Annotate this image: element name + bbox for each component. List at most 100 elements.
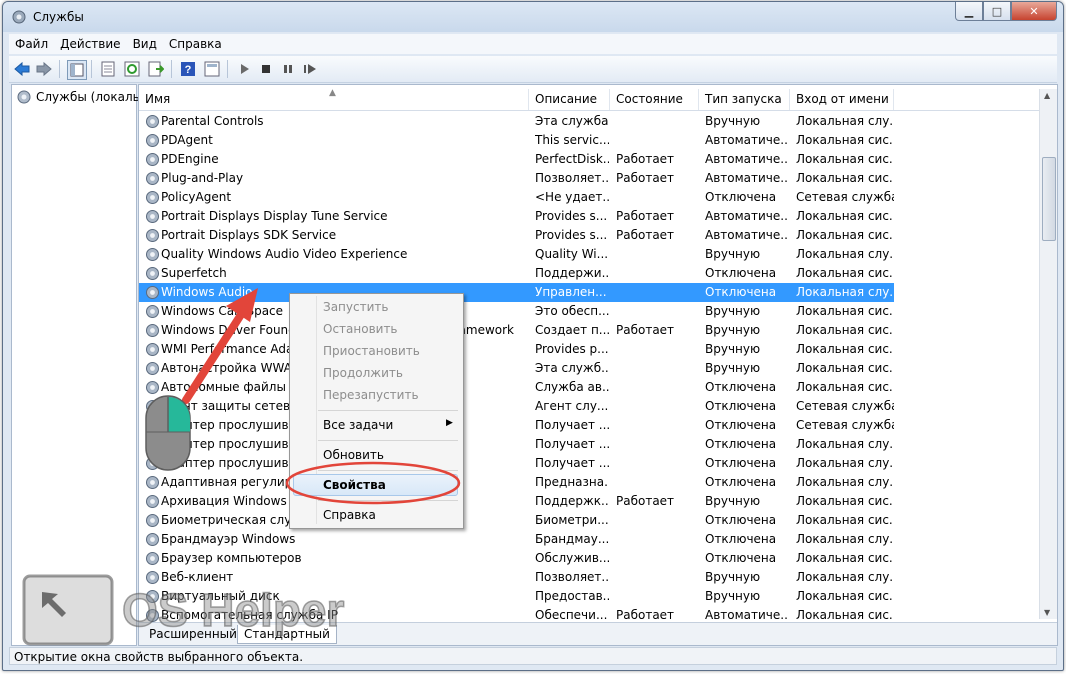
table-row[interactable]: Адаптер прослушивателя Net.Tcp Получает .… [139, 454, 894, 473]
cell-description: Предназна... [535, 475, 609, 489]
cell-status [616, 131, 696, 150]
table-row[interactable]: Автономные файлы Служба ав... Отключена Лок… [139, 378, 894, 397]
table-row[interactable]: Агент защиты сетевого доступа Агент слу..… [139, 397, 894, 416]
menu-help[interactable]: Справка [163, 37, 228, 51]
start-service-icon [241, 64, 249, 74]
menu-item-pause[interactable]: Приостановить [323, 341, 420, 361]
refresh-button[interactable] [123, 60, 141, 78]
cell-name: Браузер компьютеров [161, 551, 302, 565]
maximize-icon: □ [991, 4, 1003, 18]
properties-button[interactable] [99, 60, 117, 78]
details-pane-button[interactable] [203, 60, 221, 78]
table-row[interactable]: Plug-and-Play Позволяет... Работает Автомат… [139, 169, 894, 188]
cell-name: Portrait Displays Display Tune Service [161, 209, 388, 223]
start-service-button[interactable] [235, 60, 253, 78]
title-bar[interactable]: Службы ▁ □ ✕ [3, 2, 1063, 32]
cell-description: Получает ... [535, 418, 609, 432]
column-header-startup[interactable]: Тип запуска [699, 89, 790, 110]
table-row[interactable]: Адаптер прослушивателя Net.Msmq Получает … [139, 416, 894, 435]
menu-view[interactable]: Вид [127, 37, 163, 51]
cell-startup: Отключена [705, 456, 777, 470]
menu-item-refresh[interactable]: Обновить [323, 445, 384, 465]
column-header-name[interactable]: Имя ▲ [139, 88, 529, 110]
cell-startup: Отключена [705, 190, 777, 204]
service-gear-icon [146, 134, 159, 147]
scroll-down-icon[interactable]: ▼ [1044, 608, 1050, 617]
menu-action[interactable]: Действие [54, 37, 126, 51]
properties-icon [101, 61, 115, 77]
close-icon: ✕ [1029, 4, 1039, 18]
menu-file[interactable]: Файл [9, 37, 54, 51]
cell-description: PerfectDisk... [535, 152, 609, 166]
table-row[interactable]: Биометрическая служба Windows Биометри...… [139, 511, 894, 530]
table-row[interactable]: Браузер компьютеров Обслужив... Отключена Л… [139, 549, 894, 568]
cell-status [616, 378, 696, 397]
sort-ascending-icon: ▲ [329, 88, 336, 98]
cell-logon: Локальная сис... [796, 209, 894, 223]
table-row[interactable]: Quality Windows Audio Video Experience Qu… [139, 245, 894, 264]
stop-service-button[interactable] [257, 60, 275, 78]
table-row[interactable]: Автонастройка WWAN Эта служб... Вручную Лок… [139, 359, 894, 378]
column-header-logon[interactable]: Вход от имени [790, 89, 894, 110]
cell-logon: Локальная сис... [796, 266, 894, 280]
table-row[interactable]: Адаптер прослушивателя Net.Pipe Получает … [139, 435, 894, 454]
cell-startup: Отключена [705, 285, 777, 299]
forward-button[interactable] [35, 60, 53, 78]
table-row[interactable]: Portrait Displays SDK Service Provides s.… [139, 226, 894, 245]
cell-description: Позволяет... [535, 570, 609, 584]
cell-logon: Локальная сис... [796, 228, 894, 242]
close-button[interactable]: ✕ [1011, 2, 1057, 21]
menu-bar: Файл Действие Вид Справка [9, 34, 1057, 54]
column-header-status[interactable]: Состояние [610, 89, 699, 110]
restart-service-icon [304, 64, 316, 74]
table-row[interactable]: Parental Controls Эта служба ... Вручную Ло… [139, 112, 894, 131]
cell-status [616, 549, 696, 568]
column-header-description[interactable]: Описание [529, 89, 610, 110]
menu-item-resume[interactable]: Продолжить [323, 363, 403, 383]
menu-item-all-tasks[interactable]: Все задачи [323, 415, 393, 435]
cell-description: Эта служб... [535, 361, 609, 375]
table-row[interactable]: PolicyAgent <Не удает... Отключена Сетевая … [139, 188, 894, 207]
table-row[interactable]: Адаптивная регулировка яркости Предназна.… [139, 473, 894, 492]
cell-description: <Не удает... [535, 190, 609, 204]
service-gear-icon [146, 381, 159, 394]
table-row[interactable]: PDAgent This servic... Автоматиче... Локаль… [139, 131, 894, 150]
table-row[interactable]: Superfetch Поддержи... Отключена Локальная … [139, 264, 894, 283]
minimize-icon: ▁ [964, 4, 974, 18]
menu-item-restart[interactable]: Перезапустить [323, 385, 419, 405]
services-gear-icon [17, 90, 31, 104]
cell-logon: Локальная сис... [796, 323, 894, 337]
service-gear-icon [146, 476, 159, 489]
tree-item-services[interactable]: Службы (локалы [16, 89, 142, 105]
cell-description: Эта служба ... [535, 114, 609, 128]
table-row[interactable]: Архивация Windows Поддержк... Работает Вруч… [139, 492, 894, 511]
table-row[interactable]: PDEngine PerfectDisk... Работает Автоматиче… [139, 150, 894, 169]
console-tree-button[interactable] [67, 60, 87, 80]
cell-startup: Отключена [705, 266, 777, 280]
back-button[interactable] [13, 60, 31, 78]
table-row-selected[interactable]: Windows Audio Управлен... Отключена Локальн… [139, 283, 894, 302]
cell-status: Работает [616, 228, 675, 242]
table-row[interactable]: Windows Driver Foundation - User-mode Dr… [139, 321, 894, 340]
help-button[interactable]: ? [179, 60, 197, 78]
minimize-button[interactable]: ▁ [955, 2, 983, 21]
maximize-button[interactable]: □ [983, 2, 1011, 21]
scrollbar-thumb[interactable] [1042, 157, 1056, 241]
menu-item-stop[interactable]: Остановить [323, 319, 398, 339]
pause-service-button[interactable] [279, 60, 297, 78]
table-row[interactable]: WMI Performance Adapter Provides p... Вруч… [139, 340, 894, 359]
service-gear-icon [146, 552, 159, 565]
export-button[interactable] [147, 60, 165, 78]
table-row[interactable]: Portrait Displays Display Tune Service Pr… [139, 207, 894, 226]
cell-name: PDEngine [161, 152, 219, 166]
menu-item-start[interactable]: Запустить [323, 297, 388, 317]
table-row[interactable]: Windows CardSpace Это обесп... Вручную Лока… [139, 302, 894, 321]
scroll-up-icon[interactable]: ▲ [1044, 91, 1050, 100]
menu-item-properties[interactable]: Свойства [323, 475, 386, 495]
menu-item-help[interactable]: Справка [323, 505, 376, 525]
table-row[interactable]: Брандмауэр Windows Брандмау... Отключена Ло… [139, 530, 894, 549]
cell-logon: Сетевая служба [796, 190, 894, 204]
cell-name: PDAgent [161, 133, 213, 147]
restart-service-button[interactable] [301, 60, 319, 78]
vertical-scrollbar[interactable]: ▲ ▼ [1039, 89, 1057, 619]
